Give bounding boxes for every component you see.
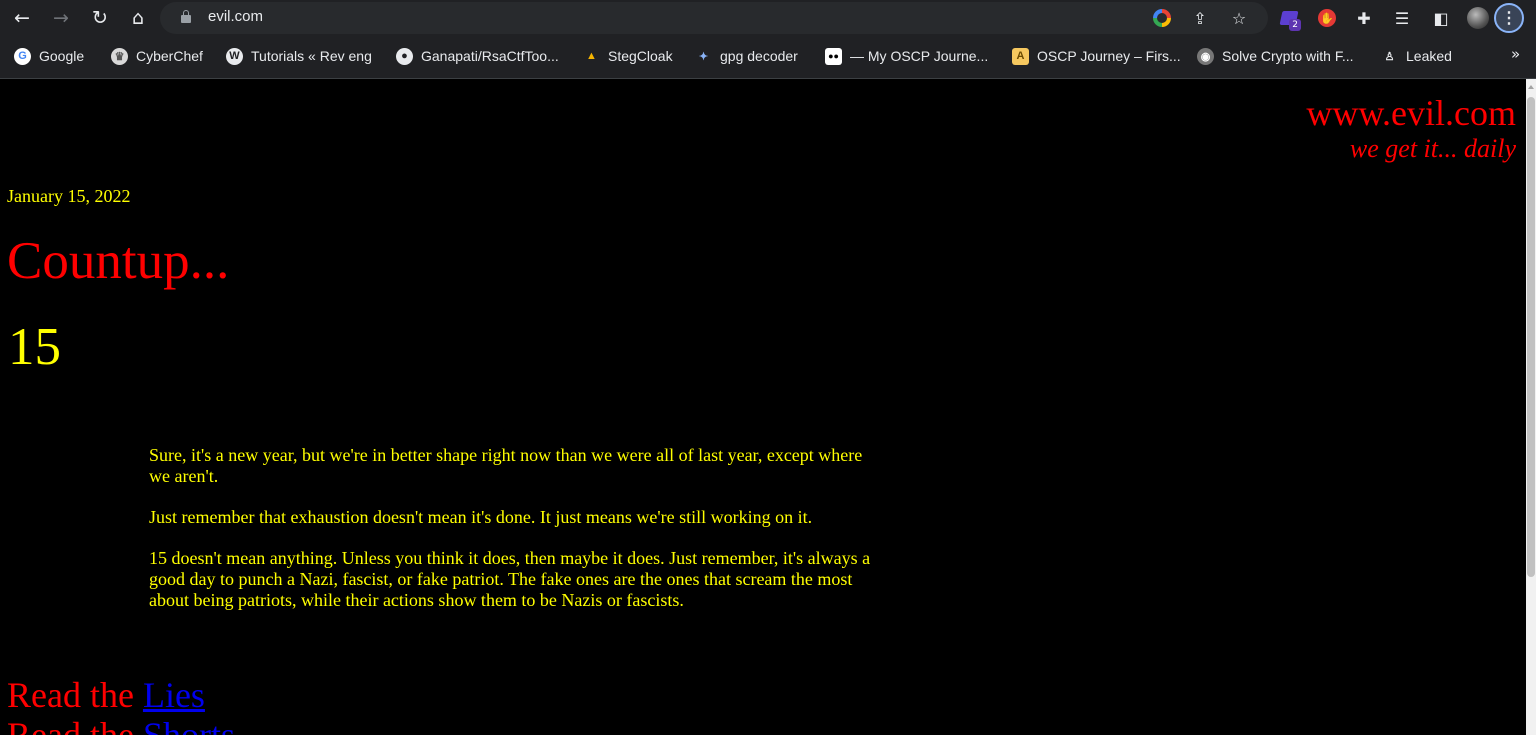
page-scrollbar[interactable] <box>1526 79 1536 735</box>
bookmark-cyberchef[interactable]: ♛ CyberChef <box>111 46 203 66</box>
bookmarks-overflow-button[interactable]: » <box>1511 45 1520 63</box>
bookmarks-bar: G Google ♛ CyberChef W Tutorials « Rev e… <box>0 41 1536 71</box>
robot-icon: ◉ <box>1197 47 1214 65</box>
post-paragraph: 15 doesn't mean anything. Unless you thi… <box>149 548 871 610</box>
bookmark-leaked[interactable]: ♙ Leaked <box>1381 46 1452 66</box>
key-icon: ✦ <box>698 50 709 63</box>
arrow-left-icon: ← <box>14 7 30 29</box>
forward-button[interactable]: → <box>47 5 75 31</box>
kebab-menu-icon: ⋮ <box>1501 10 1517 27</box>
post-body: Sure, it's a new year, but we're in bett… <box>149 445 874 631</box>
reload-icon: ↻ <box>92 7 108 29</box>
google-lens-icon[interactable] <box>1150 6 1174 30</box>
google-icon: G <box>14 47 31 65</box>
address-bar[interactable] <box>160 2 1268 34</box>
extensions-button[interactable]: ✚ <box>1351 5 1377 31</box>
share-icon[interactable]: ⇪ <box>1188 6 1212 30</box>
lies-link[interactable]: Lies <box>143 675 205 715</box>
shorts-link[interactable]: Shorts <box>143 715 235 735</box>
post-title: Countup... <box>7 232 230 290</box>
bookmark-tutorials-rev-eng[interactable]: W Tutorials « Rev eng <box>226 46 372 66</box>
bookmark-rsactftool[interactable]: ● Ganapati/RsaCtfToo... <box>396 46 559 66</box>
user-icon: ♙ <box>1384 50 1395 63</box>
scroll-thumb[interactable] <box>1527 97 1535 577</box>
scroll-up-arrow-icon[interactable] <box>1528 85 1534 89</box>
arrow-right-icon: → <box>53 7 69 29</box>
wizard-icon: ▲ <box>586 50 597 62</box>
chef-hat-icon: ♛ <box>111 47 128 65</box>
read-prefix: Read the <box>7 675 143 715</box>
lock-icon[interactable] <box>181 10 191 23</box>
bookmark-gpg-decoder[interactable]: ✦ gpg decoder <box>695 46 798 66</box>
extension-badge: 2 <box>1289 19 1301 31</box>
post-date: January 15, 2022 <box>7 186 131 206</box>
side-panel-icon: ◧ <box>1433 8 1449 28</box>
bookmark-oscp-journey-medium[interactable]: ●● — My OSCP Journe... <box>825 46 988 66</box>
home-icon: ⌂ <box>131 7 145 29</box>
hand-stop-icon: ✋ <box>1318 9 1336 27</box>
side-panel-button[interactable]: ◧ <box>1428 5 1454 31</box>
read-shorts-line: Read the Shorts <box>7 715 235 735</box>
browser-toolbar: ← → ↻ ⌂ evil.com ⇪ ☆ 2 ✋ ✚ ☰ ◧ ⋮ <box>0 0 1536 37</box>
bookmark-google[interactable]: G Google <box>14 46 84 66</box>
bookmark-oscp-journey-first[interactable]: A OSCP Journey – Firs... <box>1012 46 1181 66</box>
star-icon[interactable]: ☆ <box>1227 6 1251 30</box>
url-text[interactable]: evil.com <box>208 8 263 25</box>
browser-chrome: ← → ↻ ⌂ evil.com ⇪ ☆ 2 ✋ ✚ ☰ ◧ ⋮ G Googl… <box>0 0 1536 79</box>
reading-list-button[interactable]: ☰ <box>1389 5 1415 31</box>
github-icon: ● <box>396 47 413 65</box>
page-content: www.evil.com we get it... daily January … <box>0 79 1526 735</box>
site-name[interactable]: www.evil.com <box>1306 93 1516 133</box>
post-number: 15 <box>8 318 61 376</box>
document-icon: A <box>1012 47 1029 65</box>
post-paragraph: Sure, it's a new year, but we're in bett… <box>149 445 863 486</box>
extension-button[interactable]: 2 <box>1276 5 1302 31</box>
adblock-button[interactable]: ✋ <box>1314 5 1340 31</box>
back-button[interactable]: ← <box>8 5 36 31</box>
read-prefix: Read the <box>7 715 143 735</box>
site-tagline: we get it... daily <box>1349 134 1516 163</box>
home-button[interactable]: ⌂ <box>124 5 152 31</box>
bookmark-solve-crypto[interactable]: ◉ Solve Crypto with F... <box>1197 46 1354 66</box>
puzzle-icon: ✚ <box>1357 8 1371 28</box>
profile-button[interactable] <box>1465 5 1491 31</box>
avatar <box>1467 7 1489 29</box>
medium-icon: ●● <box>825 47 842 65</box>
wordpress-icon: W <box>226 47 243 65</box>
site-header: www.evil.com we get it... daily <box>1306 93 1516 165</box>
read-lies-line: Read the Lies <box>7 675 205 715</box>
bookmark-stegcloak[interactable]: ▲ StegCloak <box>583 46 673 66</box>
reload-button[interactable]: ↻ <box>86 5 114 31</box>
post-paragraph: Just remember that exhaustion doesn't me… <box>149 507 813 527</box>
browser-menu-button[interactable]: ⋮ <box>1494 3 1524 33</box>
reading-list-icon: ☰ <box>1394 8 1410 28</box>
